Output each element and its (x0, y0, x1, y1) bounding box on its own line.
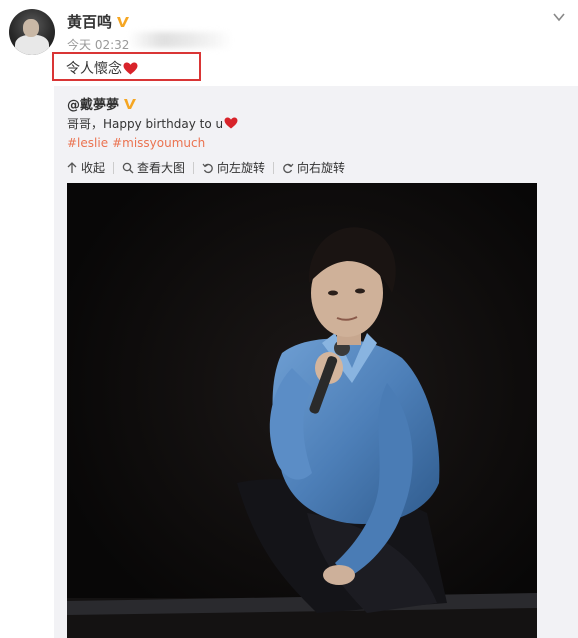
post-photo[interactable] (67, 183, 537, 638)
repost-user-name-text: @戴夢夢 (67, 98, 120, 113)
post-text: 令人懷念 (66, 58, 138, 78)
post-user-name[interactable]: 黄百鸣 (67, 11, 130, 32)
collapse-button[interactable]: 收起 (66, 159, 105, 176)
collapse-label: 收起 (81, 161, 106, 175)
repost-text-content: 哥哥，Happy birthday to u (67, 117, 224, 131)
verified-v-icon (116, 15, 130, 29)
action-divider (113, 161, 115, 174)
verified-v-icon (123, 97, 137, 111)
avatar[interactable] (9, 9, 55, 55)
avatar-body-shape (15, 35, 49, 55)
tag-link-missyoumuch[interactable]: #missyoumuch (112, 136, 205, 150)
avatar-face-shape (23, 19, 39, 37)
view-large-label: 查看大图 (137, 161, 186, 175)
post-user-name-text: 黄百鸣 (67, 13, 113, 31)
repost-text: 哥哥，Happy birthday to u (67, 115, 239, 132)
post-timestamp[interactable]: 今天 02:32 (67, 36, 129, 53)
rotate-right-icon (283, 163, 294, 173)
tag-link-leslie[interactable]: #leslie (67, 136, 108, 150)
heart-icon (224, 117, 239, 130)
heart-icon (123, 62, 138, 75)
rotate-right-label: 向右旋转 (297, 161, 346, 175)
rotate-left-label: 向左旋转 (217, 161, 266, 175)
action-divider (193, 161, 195, 174)
post-text-content: 令人懷念 (66, 61, 122, 77)
repost-user-name[interactable]: @戴夢夢 (67, 94, 137, 113)
repost-tags: #leslie #missyoumuch (67, 136, 205, 150)
rotate-right-button[interactable]: 向右旋转 (282, 159, 345, 176)
chevron-down-icon[interactable] (551, 9, 567, 25)
photo-illustration (67, 183, 537, 638)
search-icon (122, 162, 134, 173)
rotate-left-icon (202, 163, 213, 173)
image-actions-bar: 收起 查看大图 向左旋转 向右旋转 (66, 159, 345, 176)
view-large-button[interactable]: 查看大图 (122, 159, 185, 176)
action-divider (273, 161, 275, 174)
blurred-region (128, 32, 233, 48)
rotate-left-button[interactable]: 向左旋转 (202, 159, 265, 176)
arrow-up-icon (67, 161, 77, 173)
